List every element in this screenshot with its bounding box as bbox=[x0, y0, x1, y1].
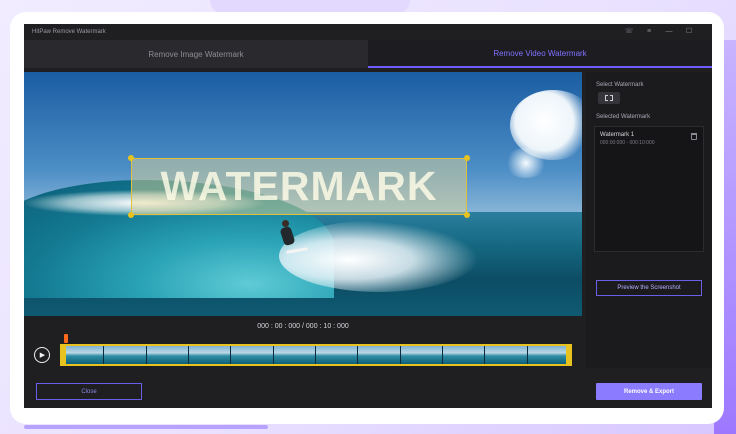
select-watermark-label: Select Watermark bbox=[596, 82, 644, 88]
app-title: HitPaw Remove Watermark bbox=[32, 29, 106, 35]
playhead-marker[interactable] bbox=[64, 334, 68, 343]
minimize-icon[interactable]: — bbox=[664, 27, 674, 37]
tab-remove-video-watermark[interactable]: Remove Video Watermark bbox=[368, 40, 712, 68]
resize-handle-bottom-right[interactable] bbox=[464, 212, 470, 218]
timeline-frame bbox=[273, 346, 316, 364]
progress-decoration bbox=[24, 425, 268, 429]
timeline-frame bbox=[62, 346, 105, 364]
selected-watermark-label: Selected Watermark bbox=[596, 114, 651, 120]
timeline-end-handle[interactable] bbox=[566, 344, 572, 366]
timeline-frame bbox=[358, 346, 401, 364]
app-window: HitPaw Remove Watermark ☏ ≡ — ☐ Remove I… bbox=[24, 24, 712, 408]
footer-bar: Close Remove & Export bbox=[24, 372, 712, 408]
watermark-item-name[interactable]: Watermark 1 bbox=[600, 132, 634, 138]
trash-icon[interactable] bbox=[691, 133, 697, 140]
timeline-frame bbox=[231, 346, 274, 364]
timeline-strip[interactable] bbox=[60, 344, 572, 366]
tab-remove-image-watermark[interactable]: Remove Image Watermark bbox=[24, 40, 368, 68]
play-icon: ▶ bbox=[39, 352, 46, 359]
cloud bbox=[504, 148, 548, 178]
timeline-frame bbox=[104, 346, 147, 364]
mode-tabs: Remove Image Watermark Remove Video Wate… bbox=[24, 40, 712, 68]
selected-watermark-list: Watermark 1 000:00:000 - 000:10:000 bbox=[594, 126, 704, 252]
timeline-frame bbox=[146, 346, 189, 364]
play-button[interactable]: ▶ bbox=[34, 347, 50, 363]
timeline-frame bbox=[188, 346, 232, 364]
resize-handle-top-left[interactable] bbox=[128, 155, 134, 161]
resize-handle-top-right[interactable] bbox=[464, 155, 470, 161]
maximize-icon[interactable]: ☐ bbox=[684, 27, 694, 37]
watermark-item-time: 000:00:000 - 000:10:000 bbox=[600, 140, 655, 146]
close-button[interactable]: Close bbox=[36, 383, 142, 400]
timeline-frame bbox=[527, 346, 570, 364]
timeline-frame bbox=[315, 346, 359, 364]
menu-icon[interactable]: ≡ bbox=[644, 27, 654, 37]
watermark-text: WATERMARK bbox=[160, 163, 438, 209]
wave-spray bbox=[279, 220, 479, 292]
title-bar: HitPaw Remove Watermark ☏ ≡ — ☐ bbox=[24, 24, 712, 40]
timeline-start-handle[interactable] bbox=[60, 344, 66, 366]
timeline-frame bbox=[400, 346, 443, 364]
window-controls: ☏ ≡ — ☐ bbox=[624, 27, 712, 37]
watermark-panel: Select Watermark Selected Watermark Wate… bbox=[586, 72, 712, 368]
timeline-frame bbox=[442, 346, 486, 364]
watermark-selection-box[interactable]: WATERMARK bbox=[131, 158, 467, 215]
marquee-select-icon bbox=[605, 95, 613, 101]
remove-export-button[interactable]: Remove & Export bbox=[596, 383, 702, 400]
phone-icon[interactable]: ☏ bbox=[624, 27, 634, 37]
preview-screenshot-button[interactable]: Preview the Screenshot bbox=[596, 280, 702, 296]
select-watermark-button[interactable] bbox=[598, 92, 620, 104]
video-preview[interactable]: WATERMARK bbox=[24, 72, 582, 316]
timeline-frame bbox=[485, 346, 528, 364]
timecode: 000 : 00 : 000 / 000 : 10 : 000 bbox=[257, 323, 349, 330]
resize-handle-bottom-left[interactable] bbox=[128, 212, 134, 218]
